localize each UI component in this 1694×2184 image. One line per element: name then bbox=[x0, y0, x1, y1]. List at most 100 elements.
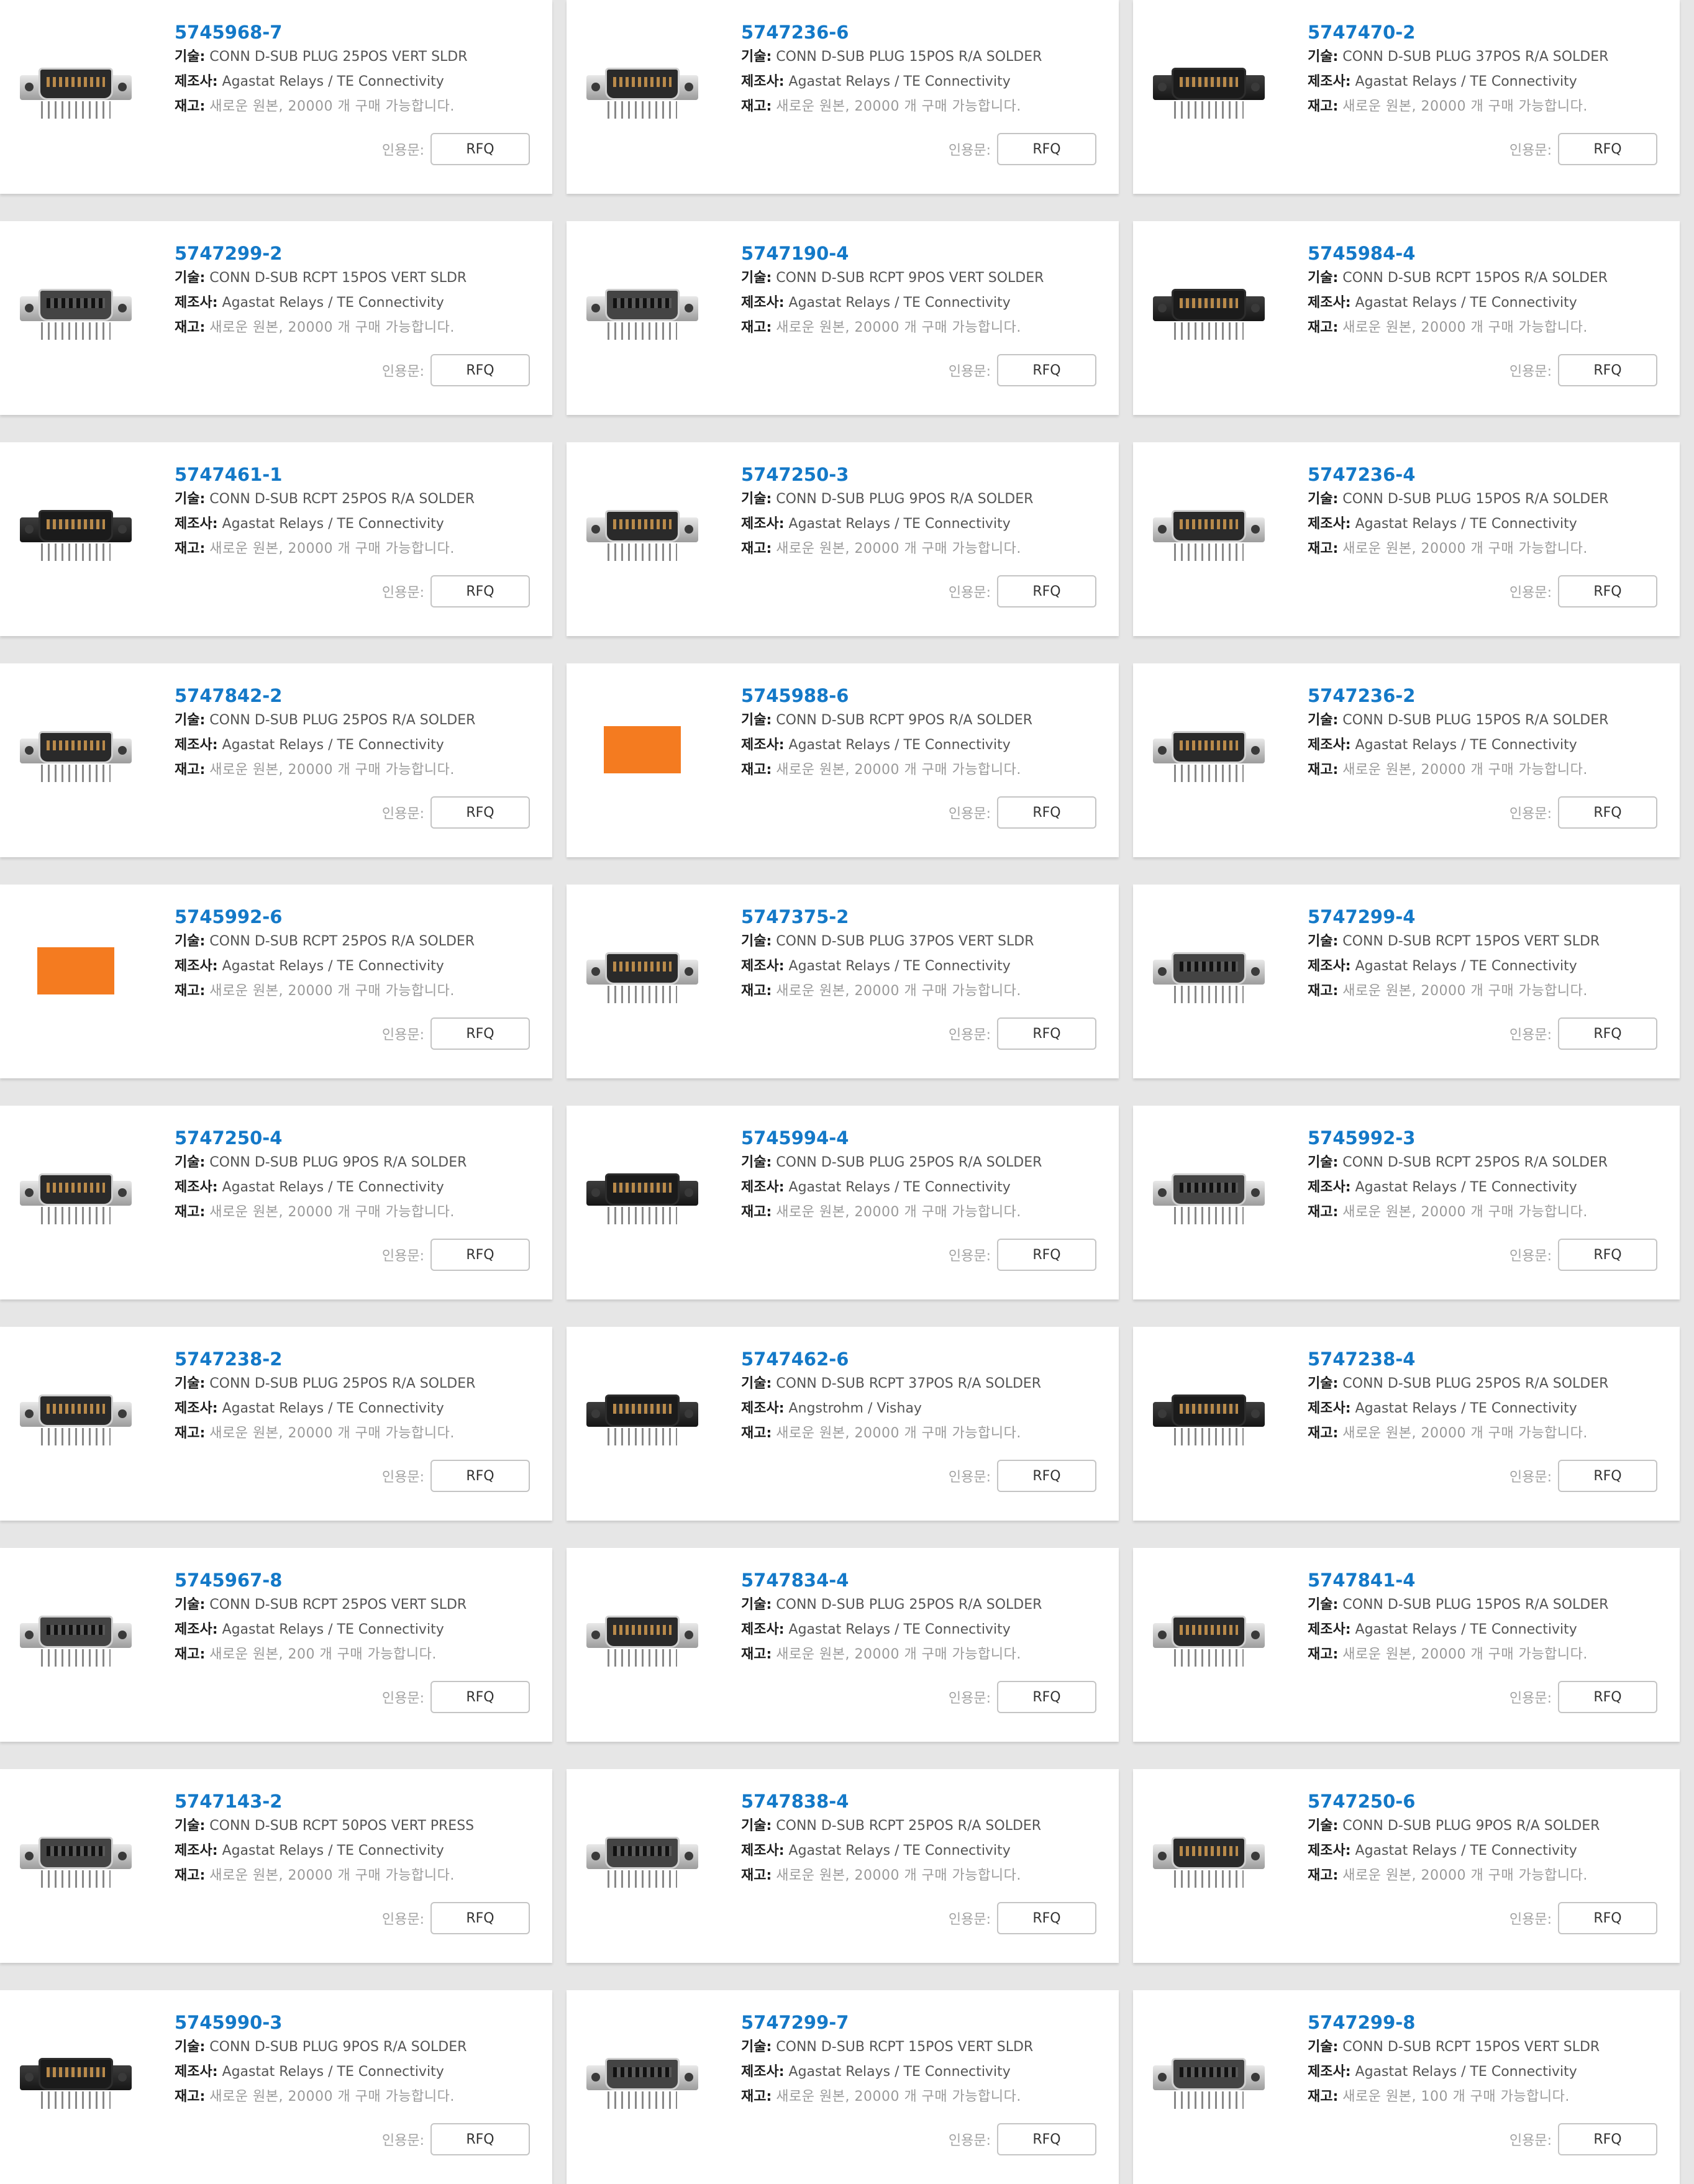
description-label: 기술: bbox=[175, 1376, 206, 1391]
part-number-link[interactable]: 5747238-4 bbox=[1308, 1347, 1667, 1372]
product-image[interactable] bbox=[14, 27, 138, 145]
rfq-button[interactable]: RFQ bbox=[430, 133, 530, 165]
product-image[interactable] bbox=[14, 691, 138, 809]
part-number-link[interactable]: 5745992-6 bbox=[175, 904, 540, 929]
part-number-link[interactable]: 5747470-2 bbox=[1308, 20, 1667, 45]
part-number-link[interactable]: 5745994-4 bbox=[741, 1126, 1106, 1150]
part-number-link[interactable]: 5747236-4 bbox=[1308, 462, 1667, 487]
product-image[interactable] bbox=[1147, 1354, 1271, 1472]
product-image[interactable] bbox=[14, 2018, 138, 2136]
part-number-link[interactable]: 5747299-4 bbox=[1308, 904, 1667, 929]
rfq-button[interactable]: RFQ bbox=[1558, 1239, 1657, 1271]
product-image[interactable] bbox=[14, 248, 138, 366]
manufacturer-row: 제조사: Agastat Relays / TE Connectivity bbox=[1308, 954, 1667, 979]
rfq-button[interactable]: RFQ bbox=[997, 133, 1096, 165]
part-number-link[interactable]: 5747461-1 bbox=[175, 462, 540, 487]
product-image[interactable] bbox=[1147, 912, 1271, 1030]
rfq-button[interactable]: RFQ bbox=[997, 354, 1096, 386]
part-number-link[interactable]: 5745992-3 bbox=[1308, 1126, 1667, 1150]
product-image[interactable] bbox=[580, 1133, 704, 1251]
product-image[interactable] bbox=[14, 1133, 138, 1251]
rfq-button[interactable]: RFQ bbox=[430, 1681, 530, 1713]
part-number-link[interactable]: 5747834-4 bbox=[741, 1568, 1106, 1593]
part-number-link[interactable]: 5745967-8 bbox=[175, 1568, 540, 1593]
part-number-link[interactable]: 5747190-4 bbox=[741, 241, 1106, 266]
product-image[interactable] bbox=[14, 1796, 138, 1914]
manufacturer-row: 제조사: Agastat Relays / TE Connectivity bbox=[175, 733, 540, 758]
rfq-button[interactable]: RFQ bbox=[997, 2123, 1096, 2155]
part-number-link[interactable]: 5745988-6 bbox=[741, 683, 1106, 708]
rfq-button[interactable]: RFQ bbox=[997, 1902, 1096, 1934]
product-image[interactable] bbox=[1147, 470, 1271, 588]
product-image[interactable] bbox=[1147, 691, 1271, 809]
rfq-button[interactable]: RFQ bbox=[430, 575, 530, 607]
product-image[interactable] bbox=[580, 27, 704, 145]
part-number-link[interactable]: 5745984-4 bbox=[1308, 241, 1667, 266]
rfq-button[interactable]: RFQ bbox=[1558, 2123, 1657, 2155]
part-number-link[interactable]: 5747236-2 bbox=[1308, 683, 1667, 708]
product-info: 5747236-6 기술: CONN D-SUB PLUG 15POS R/A … bbox=[741, 20, 1106, 119]
rfq-button[interactable]: RFQ bbox=[430, 796, 530, 829]
rfq-button[interactable]: RFQ bbox=[1558, 354, 1657, 386]
rfq-button[interactable]: RFQ bbox=[430, 354, 530, 386]
rfq-button[interactable]: RFQ bbox=[430, 1460, 530, 1492]
part-number-link[interactable]: 5747838-4 bbox=[741, 1789, 1106, 1814]
rfq-button[interactable]: RFQ bbox=[1558, 1017, 1657, 1050]
part-number-link[interactable]: 5747299-2 bbox=[175, 241, 540, 266]
product-image[interactable] bbox=[14, 470, 138, 588]
rfq-button[interactable]: RFQ bbox=[1558, 796, 1657, 829]
rfq-button[interactable]: RFQ bbox=[1558, 133, 1657, 165]
product-image[interactable] bbox=[580, 2018, 704, 2136]
product-image[interactable] bbox=[580, 248, 704, 366]
rfq-button[interactable]: RFQ bbox=[430, 2123, 530, 2155]
rfq-button[interactable]: RFQ bbox=[997, 1017, 1096, 1050]
product-info: 5745984-4 기술: CONN D-SUB RCPT 15POS R/A … bbox=[1308, 241, 1667, 340]
stock-value: 새로운 원본, 20000 개 구매 가능합니다. bbox=[1342, 99, 1588, 114]
part-number-link[interactable]: 5747236-6 bbox=[741, 20, 1106, 45]
part-number-link[interactable]: 5747299-8 bbox=[1308, 2010, 1667, 2035]
rfq-button[interactable]: RFQ bbox=[1558, 1681, 1657, 1713]
rfq-button[interactable]: RFQ bbox=[430, 1017, 530, 1050]
product-image[interactable] bbox=[1147, 1796, 1271, 1914]
part-number-link[interactable]: 5745968-7 bbox=[175, 20, 540, 45]
product-image[interactable] bbox=[580, 470, 704, 588]
part-number-link[interactable]: 5747250-4 bbox=[175, 1126, 540, 1150]
rfq-button[interactable]: RFQ bbox=[1558, 1902, 1657, 1934]
product-image[interactable] bbox=[1147, 2018, 1271, 2136]
part-number-link[interactable]: 5747250-3 bbox=[741, 462, 1106, 487]
product-image[interactable] bbox=[1147, 1133, 1271, 1251]
product-image[interactable] bbox=[580, 1796, 704, 1914]
description-value: CONN D-SUB RCPT 15POS VERT SLDR bbox=[1342, 934, 1600, 949]
part-number-link[interactable]: 5747238-2 bbox=[175, 1347, 540, 1372]
part-number-link[interactable]: 5745990-3 bbox=[175, 2010, 540, 2035]
part-number-link[interactable]: 5747299-7 bbox=[741, 2010, 1106, 2035]
part-number-link[interactable]: 5747375-2 bbox=[741, 904, 1106, 929]
part-number-link[interactable]: 5747841-4 bbox=[1308, 1568, 1667, 1593]
rfq-button[interactable]: RFQ bbox=[997, 1460, 1096, 1492]
rfq-button[interactable]: RFQ bbox=[997, 1239, 1096, 1271]
part-number-link[interactable]: 5747462-6 bbox=[741, 1347, 1106, 1372]
product-image[interactable] bbox=[14, 1575, 138, 1693]
product-image[interactable] bbox=[14, 1354, 138, 1472]
part-number-link[interactable]: 5747250-6 bbox=[1308, 1789, 1667, 1814]
rfq-button[interactable]: RFQ bbox=[430, 1902, 530, 1934]
rfq-button[interactable]: RFQ bbox=[997, 1681, 1096, 1713]
rfq-button[interactable]: RFQ bbox=[1558, 575, 1657, 607]
product-image[interactable] bbox=[14, 912, 138, 1030]
product-image[interactable] bbox=[580, 912, 704, 1030]
part-number-link[interactable]: 5747143-2 bbox=[175, 1789, 540, 1814]
product-image[interactable] bbox=[580, 1354, 704, 1472]
part-number-link[interactable]: 5747842-2 bbox=[175, 683, 540, 708]
product-image[interactable] bbox=[580, 1575, 704, 1693]
description-row: 기술: CONN D-SUB PLUG 15POS R/A SOLDER bbox=[1308, 1593, 1667, 1618]
product-image[interactable] bbox=[1147, 1575, 1271, 1693]
stock-value: 새로운 원본, 20000 개 구매 가능합니다. bbox=[209, 99, 455, 114]
product-image[interactable] bbox=[1147, 27, 1271, 145]
stock-row: 재고: 새로운 원본, 20000 개 구매 가능합니다. bbox=[741, 758, 1106, 783]
product-image[interactable] bbox=[1147, 248, 1271, 366]
rfq-button[interactable]: RFQ bbox=[430, 1239, 530, 1271]
rfq-button[interactable]: RFQ bbox=[1558, 1460, 1657, 1492]
rfq-button[interactable]: RFQ bbox=[997, 796, 1096, 829]
product-image[interactable] bbox=[580, 691, 704, 809]
rfq-button[interactable]: RFQ bbox=[997, 575, 1096, 607]
